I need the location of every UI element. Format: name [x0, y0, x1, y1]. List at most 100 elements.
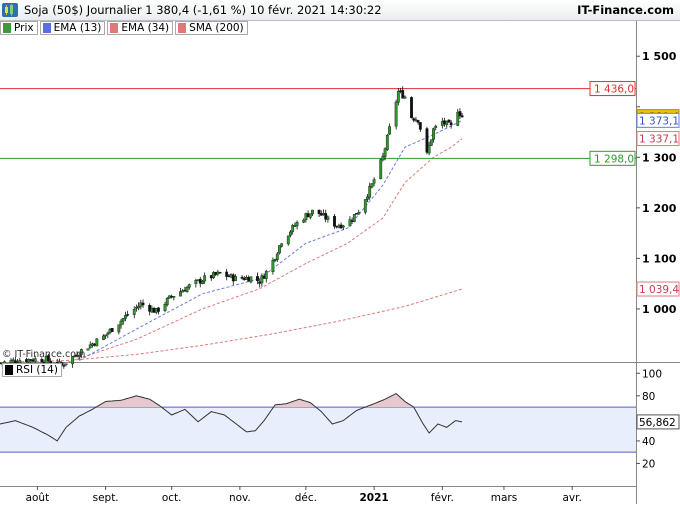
rsi-overbought-fill: [96, 393, 414, 408]
brand-link[interactable]: IT-Finance.com: [577, 3, 674, 17]
candle-body: [308, 213, 312, 218]
chart-title: Soja (50$) Journalier 1 380,4 (-1,61 %) …: [24, 3, 382, 17]
rsi-legend: RSI (14): [2, 363, 62, 377]
x-tick-label: avr.: [563, 492, 582, 504]
legend-item-ema34[interactable]: EMA (34): [107, 21, 174, 35]
copyright-text: © IT-Finance.com: [2, 349, 86, 360]
x-tick-label: 2021: [360, 492, 389, 504]
candlestick: [385, 133, 389, 151]
y-tick-label: 1 300: [642, 151, 677, 164]
candle-body: [121, 318, 125, 322]
candle-body: [275, 253, 279, 260]
candlestick: [86, 348, 90, 351]
candle-body: [363, 199, 367, 213]
y-tick-label: 1 000: [642, 303, 677, 316]
candle-body: [432, 128, 435, 140]
chart-canvas: 1 0001 1001 2001 3001 5001 380,41 373,11…: [0, 20, 680, 504]
candle-body: [203, 275, 207, 282]
candle-body: [218, 271, 222, 274]
rsi-y-tick-label: 40: [642, 436, 655, 448]
candle-body: [104, 334, 108, 337]
candle-body: [106, 332, 110, 335]
candle-body: [427, 145, 431, 154]
candle-body: [289, 231, 292, 236]
candlestick: [249, 276, 253, 284]
legend-label-ema13: EMA (13): [53, 22, 102, 34]
candle-body: [326, 216, 330, 220]
candlestick-logo-icon: [2, 3, 18, 17]
candle-body: [379, 159, 383, 179]
x-tick-label: nov.: [229, 492, 251, 504]
candle-body: [434, 125, 438, 128]
candle-body: [357, 212, 361, 215]
x-tick-label: mars: [491, 492, 517, 504]
resistance-label: 1 436,0: [594, 84, 634, 96]
legend-swatch-rsi: [5, 365, 13, 375]
candle-body: [460, 115, 464, 118]
x-tick-label: févr.: [431, 492, 454, 504]
legend-swatch-prix: [3, 23, 11, 33]
candle-body: [117, 324, 121, 333]
candlestick: [278, 245, 281, 255]
candle-body: [165, 298, 169, 306]
candle-body: [95, 338, 99, 347]
legend-item-ema13[interactable]: EMA (13): [39, 21, 106, 35]
rsi-y-tick-label: 100: [642, 368, 662, 380]
candle-body: [64, 363, 68, 366]
candle-body: [458, 111, 462, 116]
candlestick: [352, 214, 356, 223]
y-tick-label: 1 500: [642, 50, 677, 63]
candle-body: [278, 245, 281, 254]
candle-body: [264, 270, 268, 279]
candle-body: [62, 365, 66, 367]
x-tick-label: août: [26, 492, 50, 504]
candle-body: [132, 309, 136, 315]
candle-body: [256, 276, 259, 281]
candle-body: [271, 260, 275, 273]
candlestick: [95, 338, 99, 347]
support-label: 1 298,0: [594, 153, 634, 165]
rsi-band-background: [0, 407, 636, 453]
candle-body: [333, 216, 336, 227]
candle-body: [416, 120, 420, 123]
candle-body: [449, 122, 453, 126]
rsi-y-tick-label: 80: [642, 391, 655, 403]
candlestick: [363, 199, 367, 215]
y-tick-label: 1 200: [642, 202, 677, 215]
legend-label-prix: Prix: [14, 22, 34, 34]
candle-body: [124, 315, 127, 319]
y-tick-label: 1 100: [642, 252, 677, 265]
legend-item-sma200[interactable]: SMA (200): [175, 21, 248, 35]
legend-label-rsi: RSI (14): [16, 364, 58, 376]
title-bar: Soja (50$) Journalier 1 380,4 (-1,61 %) …: [0, 0, 680, 21]
candlestick: [379, 158, 383, 180]
candle-body: [311, 209, 314, 215]
candle-body: [370, 183, 374, 188]
candle-body: [352, 214, 356, 222]
candle-body: [280, 243, 284, 247]
candle-body: [385, 134, 389, 150]
legend-swatch-ema34: [110, 23, 119, 33]
candle-body: [172, 296, 176, 298]
candle-body: [429, 139, 433, 146]
candlestick: [410, 96, 413, 119]
candle-body: [295, 221, 299, 227]
legend-item-rsi[interactable]: RSI (14): [2, 363, 62, 377]
x-tick-label: sept.: [93, 492, 119, 504]
candle-body: [157, 307, 160, 312]
candle-body: [187, 284, 191, 288]
legend-label-ema34: EMA (34): [121, 22, 170, 34]
candle-body: [418, 122, 422, 130]
price-panel-background: [0, 36, 636, 362]
candle-body: [201, 281, 204, 284]
candle-body: [234, 276, 237, 282]
candle-body: [102, 335, 105, 340]
x-tick-label: oct.: [162, 492, 182, 504]
candle-body: [388, 126, 391, 135]
candle-body: [396, 90, 400, 103]
legend-item-prix[interactable]: Prix: [0, 21, 38, 35]
candle-body: [126, 314, 130, 316]
candle-body: [119, 320, 123, 326]
candle-body: [372, 179, 376, 184]
legend-label-sma200: SMA (200): [189, 22, 244, 34]
